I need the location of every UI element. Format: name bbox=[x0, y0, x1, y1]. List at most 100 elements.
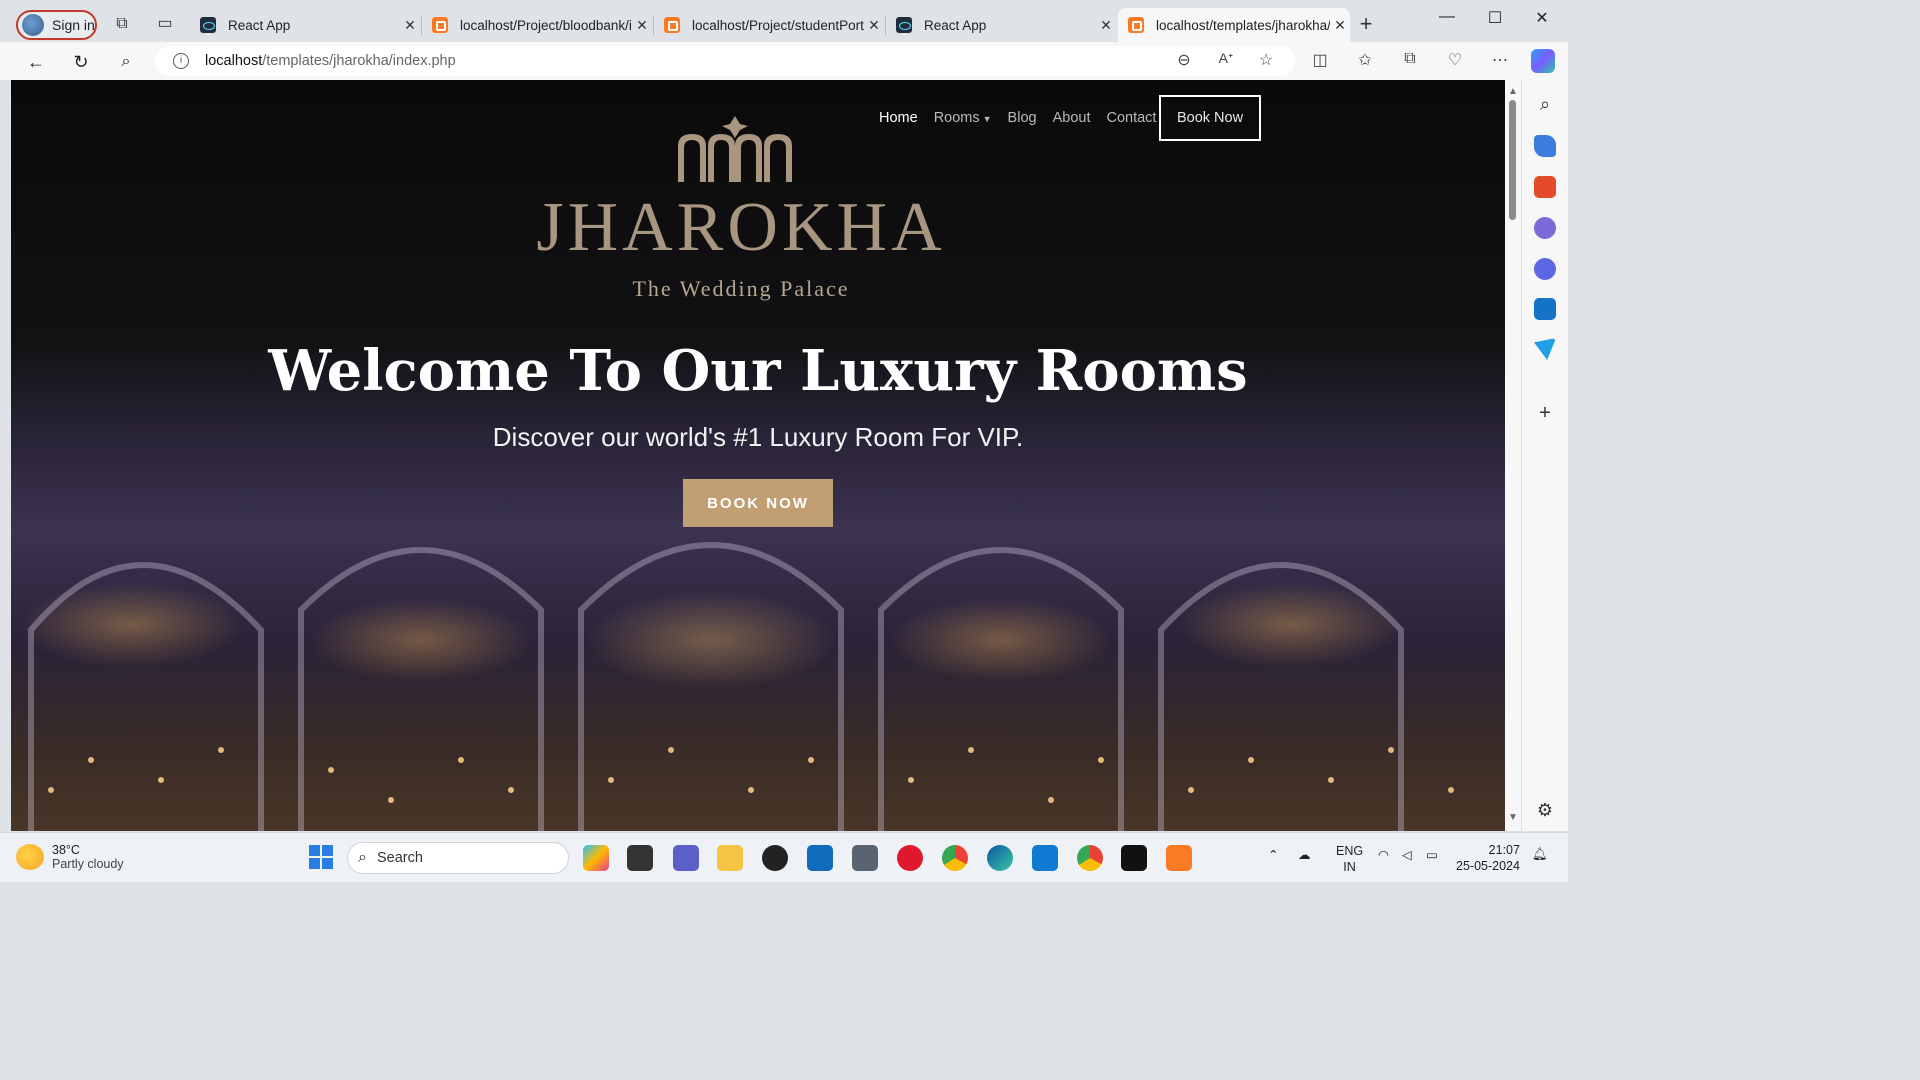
browser-toolbar: ← ↻ ⌕ i localhost/templates/jharokha/ind… bbox=[0, 42, 1568, 80]
browser-essentials-icon[interactable]: ♡ bbox=[1445, 50, 1465, 70]
onedrive-icon[interactable]: ☁ bbox=[1298, 847, 1311, 862]
search-icon[interactable]: ⌕ bbox=[1534, 94, 1556, 116]
tab-student-portal[interactable]: localhost/Project/studentPorta ✕ bbox=[654, 8, 884, 42]
settings-gear-icon[interactable]: ⚙ bbox=[1534, 800, 1556, 822]
teams-icon[interactable] bbox=[673, 845, 699, 871]
react-icon bbox=[896, 17, 912, 33]
tab-jharokha-active[interactable]: localhost/templates/jharokha/ ✕ bbox=[1118, 8, 1350, 42]
xampp-icon[interactable] bbox=[1166, 845, 1192, 871]
page-scrollbar[interactable]: ▲ ▼ bbox=[1505, 80, 1521, 831]
nav-about-link[interactable]: About bbox=[1053, 110, 1091, 126]
favorite-star-icon[interactable]: ☆ bbox=[1256, 50, 1276, 70]
close-tab-icon[interactable]: ✕ bbox=[632, 17, 652, 34]
hero-subtitle: Discover our world's #1 Luxury Room For … bbox=[492, 422, 1024, 452]
read-aloud-icon[interactable]: Aᐩ bbox=[1216, 50, 1236, 70]
edge-icon[interactable] bbox=[987, 845, 1013, 871]
weather-widget[interactable]: 38°C Partly cloudy bbox=[16, 843, 124, 871]
site-info-icon[interactable]: i bbox=[173, 53, 189, 69]
nav-blog-link[interactable]: Blog bbox=[1008, 110, 1037, 126]
system-clock[interactable]: 21:07 25-05-2024 bbox=[1456, 842, 1520, 874]
nav-rooms-dropdown[interactable]: Rooms ▼ bbox=[934, 110, 992, 126]
chrome-icon[interactable] bbox=[942, 845, 968, 871]
close-tab-icon[interactable]: ✕ bbox=[1096, 17, 1116, 34]
tab-actions-icon[interactable]: ▭ bbox=[155, 14, 175, 34]
avatar bbox=[22, 14, 44, 36]
search-icon[interactable]: ⌕ bbox=[115, 51, 137, 73]
address-bar[interactable]: i localhost/templates/jharokha/index.php bbox=[155, 46, 1295, 76]
workspaces-icon[interactable]: ⧉ bbox=[112, 14, 132, 34]
hero-book-now-button[interactable]: BOOK NOW bbox=[683, 479, 833, 527]
chrome-profile-icon[interactable] bbox=[1077, 845, 1103, 871]
battery-icon[interactable]: ▭ bbox=[1426, 847, 1438, 862]
hero-title: Welcome To Our Luxury Rooms bbox=[268, 338, 1248, 404]
logo-title: JHAROKHA bbox=[536, 189, 946, 266]
tab-react-app-1[interactable]: React App ✕ bbox=[190, 8, 420, 42]
opera-icon[interactable] bbox=[897, 845, 923, 871]
weather-temp: 38°C bbox=[52, 843, 80, 857]
file-explorer-icon[interactable] bbox=[717, 845, 743, 871]
notification-bell-icon[interactable]: 🔔︎ bbox=[1532, 847, 1548, 862]
search-icon: ⌕ bbox=[358, 849, 367, 866]
url-path: /templates/jharokha/index.php bbox=[262, 53, 456, 69]
tools-icon[interactable] bbox=[1534, 176, 1556, 198]
outlook-icon[interactable] bbox=[1534, 298, 1556, 320]
collections-icon[interactable]: ⧉ bbox=[1400, 50, 1420, 70]
scrollbar-thumb[interactable] bbox=[1509, 100, 1516, 220]
back-icon[interactable]: ← bbox=[25, 51, 47, 73]
react-icon bbox=[200, 17, 216, 33]
tab-react-app-2[interactable]: React App ✕ bbox=[886, 8, 1116, 42]
tab-title: React App bbox=[228, 17, 291, 33]
terminal-icon[interactable] bbox=[1121, 845, 1147, 871]
taskbar-search[interactable]: ⌕ Search bbox=[347, 842, 569, 874]
palace-logo-icon bbox=[678, 116, 792, 182]
caret-down-icon: ▼ bbox=[982, 114, 992, 124]
scroll-down-icon[interactable]: ▼ bbox=[1508, 812, 1518, 823]
close-tab-icon[interactable]: ✕ bbox=[1330, 17, 1350, 34]
close-window-icon[interactable]: ✕ bbox=[1527, 8, 1557, 28]
calculator-icon[interactable] bbox=[852, 845, 878, 871]
microsoft-365-icon[interactable] bbox=[1534, 258, 1556, 280]
tab-title: localhost/Project/studentPorta bbox=[692, 17, 864, 33]
maximize-icon[interactable]: ☐ bbox=[1480, 8, 1510, 28]
media-player-icon[interactable] bbox=[762, 845, 788, 871]
minimize-icon[interactable]: — bbox=[1432, 8, 1462, 28]
xampp-icon bbox=[432, 17, 448, 33]
taskbar-search-label: Search bbox=[376, 850, 423, 866]
copilot-icon[interactable] bbox=[1531, 49, 1555, 73]
refresh-icon[interactable]: ↻ bbox=[70, 51, 92, 73]
wifi-icon[interactable]: ◠ bbox=[1378, 847, 1389, 862]
lang-top: ENG bbox=[1336, 844, 1364, 858]
send-icon[interactable] bbox=[1534, 338, 1556, 360]
add-icon[interactable]: + bbox=[1534, 402, 1556, 424]
nav-contact-link[interactable]: Contact bbox=[1106, 110, 1156, 126]
tab-bloodbank[interactable]: localhost/Project/bloodbank/in ✕ bbox=[422, 8, 652, 42]
games-icon[interactable] bbox=[1534, 217, 1556, 239]
partly-cloudy-icon bbox=[16, 844, 44, 870]
nav-book-now-button[interactable]: Book Now bbox=[1159, 95, 1261, 141]
signin-label: Sign in bbox=[52, 17, 95, 33]
vscode-icon[interactable] bbox=[1032, 845, 1058, 871]
nav-home-link[interactable]: Home bbox=[879, 110, 918, 126]
new-tab-icon[interactable]: + bbox=[1356, 13, 1376, 35]
split-screen-icon[interactable]: ◫ bbox=[1310, 50, 1330, 70]
edge-sidebar: ⌕ + ⚙ bbox=[1521, 80, 1568, 831]
volume-icon[interactable]: ◁ bbox=[1402, 847, 1412, 862]
task-view-icon[interactable] bbox=[627, 845, 653, 871]
url-host: localhost bbox=[205, 53, 263, 69]
zoom-out-icon[interactable]: ⊖ bbox=[1174, 50, 1194, 70]
xampp-icon bbox=[1128, 17, 1144, 33]
close-tab-icon[interactable]: ✕ bbox=[864, 17, 884, 34]
more-menu-icon[interactable]: ⋯ bbox=[1490, 50, 1510, 70]
scroll-up-icon[interactable]: ▲ bbox=[1508, 86, 1518, 97]
start-button[interactable] bbox=[309, 845, 333, 869]
favorites-icon[interactable]: ✩ bbox=[1355, 50, 1375, 70]
language-indicator[interactable]: ENG IN bbox=[1336, 843, 1363, 875]
close-tab-icon[interactable]: ✕ bbox=[400, 17, 420, 34]
shopping-tag-icon[interactable] bbox=[1534, 135, 1556, 157]
copilot-app-icon[interactable] bbox=[583, 845, 609, 871]
tray-chevron-up-icon[interactable]: ⌃ bbox=[1268, 847, 1278, 862]
clock-date: 25-05-2024 bbox=[1456, 859, 1520, 873]
profile-signin-button[interactable]: Sign in bbox=[16, 10, 97, 40]
lang-bottom: IN bbox=[1343, 860, 1356, 874]
mail-icon[interactable] bbox=[807, 845, 833, 871]
